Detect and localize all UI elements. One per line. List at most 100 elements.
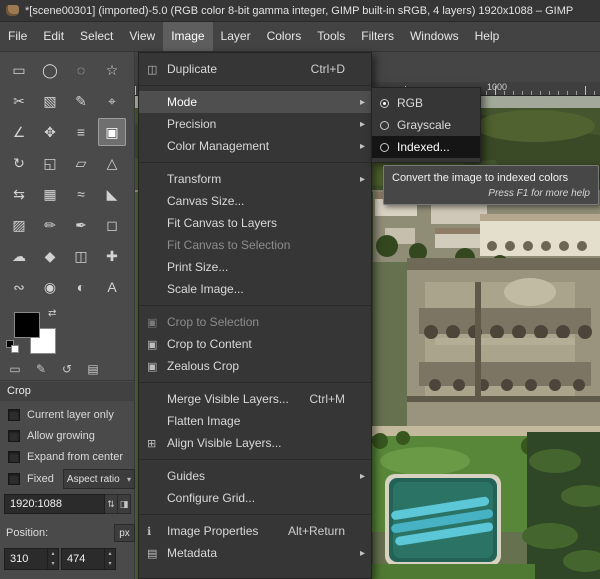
tool-cage-transform-icon[interactable]: ▦ [36,180,64,208]
tool-smudge-icon[interactable]: ∾ [5,273,33,301]
submenu-item-rgb[interactable]: RGB [372,92,480,114]
menu-item-label: Mode [167,95,345,109]
position-y-field[interactable]: 474 ▴▾ [61,548,116,570]
tool-scissors-select-icon[interactable]: ✂ [5,87,33,115]
aspect-row: 1920:1088 ⇅ ◨ [0,494,135,514]
swap-aspect-icon[interactable]: ⇅ [105,494,118,514]
tool-align-icon[interactable]: ≡ [67,118,95,146]
menu-item-canvas-size[interactable]: Canvas Size... [139,190,371,212]
menu-item-zealous-crop[interactable]: ▣Zealous Crop [139,355,371,377]
menubar-item-filters[interactable]: Filters [353,22,402,51]
images-tab-icon[interactable]: ▤ [84,360,102,378]
menu-item-crop-to-content[interactable]: ▣Crop to Content [139,333,371,355]
spin-down-icon[interactable]: ▾ [48,559,58,569]
tool-dodge-burn-icon[interactable]: ◐ [67,273,95,301]
tool-ink-icon[interactable]: ◆ [36,242,64,270]
tool-ellipse-select-icon[interactable]: ◯ [36,56,64,84]
menubar-item-windows[interactable]: Windows [402,22,467,51]
unit-dropdown[interactable]: px [114,524,135,542]
tool-rectangle-select-icon[interactable]: ▭ [5,56,33,84]
spin-down-icon[interactable]: ▾ [105,559,115,569]
menu-item-scale-image[interactable]: Scale Image... [139,278,371,300]
fixed-checkbox[interactable] [8,473,20,485]
position-y-value[interactable]: 474 [62,549,104,569]
spin-up-icon[interactable]: ▴ [105,549,115,559]
tool-shear-icon[interactable]: ▱ [67,149,95,177]
menu-item-image-properties[interactable]: ℹImage PropertiesAlt+Return [139,520,371,542]
gimp-logo-icon [6,5,19,16]
spinner-arrows[interactable]: ▴▾ [104,549,115,569]
menubar-item-edit[interactable]: Edit [35,22,72,51]
tool-crop-icon[interactable]: ▣ [98,118,126,146]
spin-up-icon[interactable]: ▴ [48,549,58,559]
tool-select-by-color-icon[interactable]: ▧ [36,87,64,115]
position-x-field[interactable]: 310 ▴▾ [4,548,59,570]
menu-item-label: Align Visible Layers... [167,436,345,450]
aspect-ratio-input[interactable]: 1920:1088 [4,494,105,514]
menu-item-align-visible-layers[interactable]: ⊞Align Visible Layers... [139,432,371,454]
menubar-item-tools[interactable]: Tools [309,22,353,51]
tool-eraser-icon[interactable]: ◻ [98,211,126,239]
menu-item-metadata[interactable]: ▤Metadata▸ [139,542,371,564]
menubar-item-file[interactable]: File [0,22,35,51]
tool-blur-sharpen-icon[interactable]: ◉ [36,273,64,301]
tool-move-icon[interactable]: ✥ [36,118,64,146]
tool-bucket-fill-icon[interactable]: ◣ [98,180,126,208]
menubar-item-select[interactable]: Select [72,22,121,51]
menu-item-mode[interactable]: Mode▸ [139,91,371,113]
tool-flip-icon[interactable]: ⇆ [5,180,33,208]
tool-gradient-icon[interactable]: ▨ [5,211,33,239]
orientation-icon[interactable]: ◨ [118,494,131,514]
menu-item-precision[interactable]: Precision▸ [139,113,371,135]
menubar-item-colors[interactable]: Colors [259,22,310,51]
menu-item-transform[interactable]: Transform▸ [139,168,371,190]
tool-rotate-icon[interactable]: ↻ [5,149,33,177]
checkbox-expand-from-center[interactable] [8,451,20,463]
menu-item-fit-canvas-to-layers[interactable]: Fit Canvas to Layers [139,212,371,234]
menu-item-color-management[interactable]: Color Management▸ [139,135,371,157]
color-swatches: ⇄ [6,308,128,358]
spinner-arrows[interactable]: ▴▾ [47,549,58,569]
tool-pencil-icon[interactable]: ✏ [36,211,64,239]
tool-scale-icon[interactable]: ◱ [36,149,64,177]
menu-item-print-size[interactable]: Print Size... [139,256,371,278]
menubar-item-help[interactable]: Help [467,22,508,51]
menu-item-label: Fit Canvas to Layers [167,216,345,230]
tool-paintbrush-icon[interactable]: ✒ [67,211,95,239]
foreground-color-swatch[interactable] [14,312,40,338]
menu-item-flatten-image[interactable]: Flatten Image [139,410,371,432]
checkbox-allow-growing[interactable] [8,430,20,442]
tool-warp-transform-icon[interactable]: ≈ [67,180,95,208]
default-colors-icon[interactable] [6,340,22,356]
menu-item-guides[interactable]: Guides▸ [139,465,371,487]
menubar-item-view[interactable]: View [121,22,163,51]
fixed-mode-dropdown[interactable]: Aspect ratio ▾ [63,469,135,489]
tool-perspective-icon[interactable]: △ [98,149,126,177]
tool-heal-icon[interactable]: ✚ [98,242,126,270]
tool-measure-icon[interactable]: ∠ [5,118,33,146]
menu-item-configure-grid[interactable]: Configure Grid... [139,487,371,509]
tool-free-select-icon[interactable]: ◌ [67,56,95,84]
tool-fuzzy-select-icon[interactable]: ☆ [98,56,126,84]
checkbox-current-layer-only[interactable] [8,409,20,421]
tool-clone-icon[interactable]: ◫ [67,242,95,270]
menu-item-merge-visible-layers[interactable]: Merge Visible Layers...Ctrl+M [139,388,371,410]
position-x-value[interactable]: 310 [5,549,47,569]
tool-color-picker-icon[interactable]: ⌖ [98,87,126,115]
fixed-mode-value: Aspect ratio [67,474,120,485]
swap-colors-icon[interactable]: ⇄ [48,308,56,319]
tool-paths-icon[interactable]: ✎ [67,87,95,115]
tool-text-icon[interactable]: A [98,273,126,301]
menu-item-duplicate[interactable]: ◫DuplicateCtrl+D [139,58,371,80]
device-status-tab-icon[interactable]: ✎ [32,360,50,378]
tool-airbrush-icon[interactable]: ☁ [5,242,33,270]
submenu-item-grayscale[interactable]: Grayscale [372,114,480,136]
submenu-item-indexed[interactable]: Indexed... [372,136,480,158]
tool-options-tab-icon[interactable]: ▭ [6,360,24,378]
mode-submenu: RGBGrayscaleIndexed... [371,87,481,163]
menubar-item-image[interactable]: Image [163,22,212,51]
menubar-item-layer[interactable]: Layer [213,22,259,51]
info-icon: ℹ [147,525,167,538]
ruler-label: 1000 [487,82,507,92]
undo-history-tab-icon[interactable]: ↺ [58,360,76,378]
